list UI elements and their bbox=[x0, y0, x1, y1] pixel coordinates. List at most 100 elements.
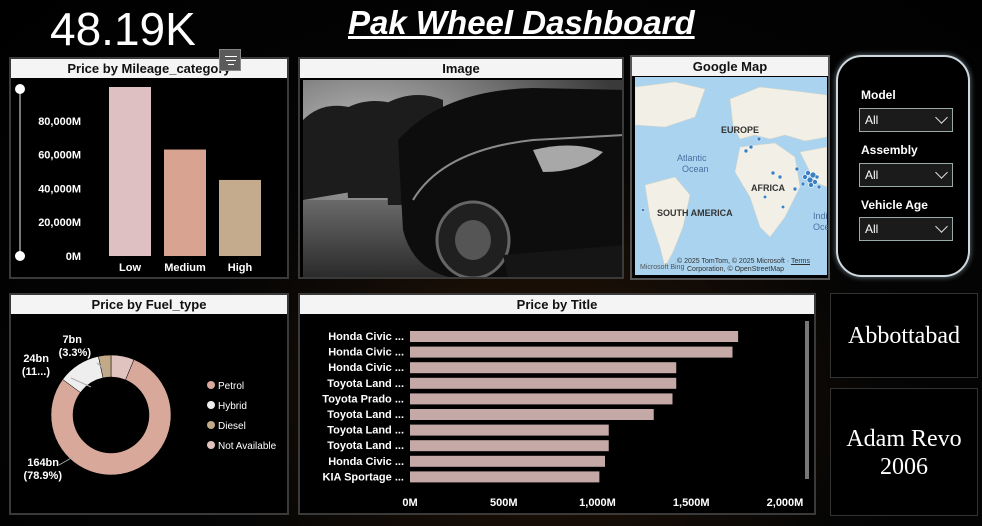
y-category-label: Toyota Land ... bbox=[327, 409, 404, 421]
hybrid-value-label: 24bn bbox=[23, 353, 49, 365]
y-category-label: Toyota Land ... bbox=[327, 425, 404, 437]
assembly-dropdown-value: All bbox=[865, 168, 879, 182]
focus-mode-icon[interactable] bbox=[219, 49, 241, 71]
title-chart-panel[interactable]: Price by Title Honda Civic ... Honda Civi… bbox=[298, 293, 816, 515]
image-panel-title: Image bbox=[300, 59, 622, 78]
y-category-label: Honda Civic ... bbox=[328, 347, 404, 359]
map-terms-link[interactable]: Terms bbox=[791, 258, 810, 265]
map-label-europe: EUROPE bbox=[721, 125, 760, 135]
city-card-value: Abbottabad bbox=[848, 323, 960, 349]
world-map[interactable]: EUROPE Atlantic Ocean AFRICA SOUTH AMERI… bbox=[635, 77, 830, 275]
title-bar[interactable] bbox=[410, 471, 600, 483]
y-category-label: Toyota Prado ... bbox=[322, 393, 404, 405]
y-tick-label: 40,000M bbox=[38, 183, 81, 195]
legend-label: Not Available bbox=[218, 441, 277, 452]
range-slider-handle-top bbox=[15, 84, 25, 94]
legend-marker bbox=[207, 381, 215, 389]
title-bar[interactable] bbox=[410, 346, 733, 358]
map-label-indian: India bbox=[813, 211, 828, 221]
mileage-chart-panel[interactable]: Price by Mileage_category 80,000M 60,000M… bbox=[9, 57, 289, 279]
y-category-label: Toyota Land ... bbox=[327, 440, 404, 452]
model-dropdown-value: All bbox=[865, 113, 879, 127]
map-attribution-line1: © 2025 TomTom, © 2025 Microsoft · Terms bbox=[677, 258, 811, 265]
legend-label: Hybrid bbox=[218, 401, 247, 412]
y-category-label: Honda Civic ... bbox=[328, 362, 404, 374]
x-tick-label: 1,500M bbox=[673, 497, 710, 509]
legend-marker bbox=[207, 421, 215, 429]
range-slider-handle-bottom bbox=[15, 251, 25, 261]
city-card: Abbottabad bbox=[830, 293, 978, 378]
x-tick-label: Low bbox=[119, 262, 141, 274]
assembly-dropdown[interactable]: All bbox=[859, 163, 953, 187]
mileage-bar-chart[interactable]: 80,000M 60,000M 40,000M 20,000M 0M Low Medium… bbox=[11, 79, 287, 279]
car-photo bbox=[303, 80, 622, 277]
model-filter-label: Model bbox=[861, 88, 896, 102]
title-bar-chart[interactable]: Honda Civic ... Honda Civic ... Honda Civi… bbox=[300, 315, 814, 515]
vehicle-age-filter-label: Vehicle Age bbox=[861, 198, 928, 212]
chevron-down-icon bbox=[935, 166, 948, 179]
dashboard-title: Pak Wheel Dashboard bbox=[348, 4, 695, 41]
fuel-chart-title: Price by Fuel_type bbox=[11, 295, 287, 314]
y-tick-label: 0M bbox=[66, 251, 81, 263]
car-card: Adam Revo 2006 bbox=[830, 388, 978, 516]
petrol-pct-label: (78.9%) bbox=[23, 470, 62, 482]
x-tick-label: High bbox=[228, 262, 253, 274]
y-tick-label: 60,000M bbox=[38, 150, 81, 162]
diesel-pct-label: (3.3%) bbox=[59, 347, 92, 359]
y-category-label: Toyota Land ... bbox=[327, 378, 404, 390]
bar-medium[interactable] bbox=[164, 149, 206, 256]
x-tick-label: 2,000M bbox=[767, 497, 804, 509]
assembly-filter-label: Assembly bbox=[861, 143, 918, 157]
kpi-card-value: 48.19K bbox=[50, 3, 196, 55]
fuel-chart-panel[interactable]: Price by Fuel_type Petrol Hybrid Diesel Not… bbox=[9, 293, 289, 515]
y-category-label: Honda Civic ... bbox=[328, 456, 404, 468]
legend-marker bbox=[207, 441, 215, 449]
map-panel[interactable]: Google Map EUROPE Atlantic Ocean AFRICA … bbox=[630, 55, 830, 280]
map-land-shapes bbox=[635, 81, 827, 268]
bar-high[interactable] bbox=[219, 179, 261, 256]
title-bar[interactable] bbox=[410, 440, 609, 452]
y-category-label: Honda Civic ... bbox=[328, 331, 404, 343]
car-card-line2: 2006 bbox=[880, 454, 928, 480]
title-bar[interactable] bbox=[410, 424, 609, 436]
map-label-atlantic: Atlantic bbox=[677, 153, 707, 163]
chevron-down-icon bbox=[935, 220, 948, 233]
map-label-africa: AFRICA bbox=[751, 183, 785, 193]
chevron-down-icon bbox=[935, 111, 948, 124]
x-tick-label: 1,000M bbox=[579, 497, 616, 509]
vehicle-age-dropdown[interactable]: All bbox=[859, 217, 953, 241]
bar-low[interactable] bbox=[109, 87, 151, 256]
map-attribution-line2: Corporation, © OpenStreetMap bbox=[687, 266, 784, 273]
title-chart-title: Price by Title bbox=[300, 295, 814, 314]
x-tick-label: 500M bbox=[490, 497, 518, 509]
title-bar[interactable] bbox=[410, 455, 605, 467]
title-bar[interactable] bbox=[410, 393, 673, 405]
x-tick-label: 0M bbox=[402, 497, 417, 509]
petrol-value-label: 164bn bbox=[27, 457, 59, 469]
vehicle-age-dropdown-value: All bbox=[865, 222, 879, 236]
title-bar[interactable] bbox=[410, 331, 739, 342]
mileage-chart-title: Price by Mileage_category bbox=[11, 59, 287, 78]
bing-logo: Microsoft Bing bbox=[640, 264, 685, 271]
hybrid-pct-label: (11...) bbox=[22, 366, 50, 378]
car-card-line1: Adam Revo bbox=[846, 426, 962, 452]
scrollbar-thumb[interactable] bbox=[805, 321, 809, 479]
model-dropdown[interactable]: All bbox=[859, 108, 953, 132]
title-bar[interactable] bbox=[410, 409, 654, 420]
map-label-ocean: Ocean bbox=[682, 164, 709, 174]
legend-label: Diesel bbox=[218, 421, 246, 432]
image-panel: Image bbox=[298, 57, 624, 279]
diesel-value-label: 7bn bbox=[62, 334, 82, 346]
map-label-south-america: SOUTH AMERICA bbox=[657, 208, 733, 218]
legend-marker bbox=[207, 401, 215, 409]
x-tick-label: Medium bbox=[164, 262, 206, 274]
title-bar[interactable] bbox=[410, 362, 677, 374]
y-tick-label: 20,000M bbox=[38, 217, 81, 229]
filter-panel: Model All Assembly All Vehicle Age All bbox=[836, 55, 970, 277]
y-category-label: KIA Sportage ... bbox=[323, 471, 405, 483]
map-panel-title: Google Map bbox=[632, 57, 828, 76]
legend-label: Petrol bbox=[218, 381, 244, 392]
map-label-indian-2: Oce bbox=[813, 222, 830, 232]
title-bar[interactable] bbox=[410, 377, 677, 389]
fuel-donut-chart[interactable]: Petrol Hybrid Diesel Not Available 7bn (3.3… bbox=[11, 315, 287, 515]
